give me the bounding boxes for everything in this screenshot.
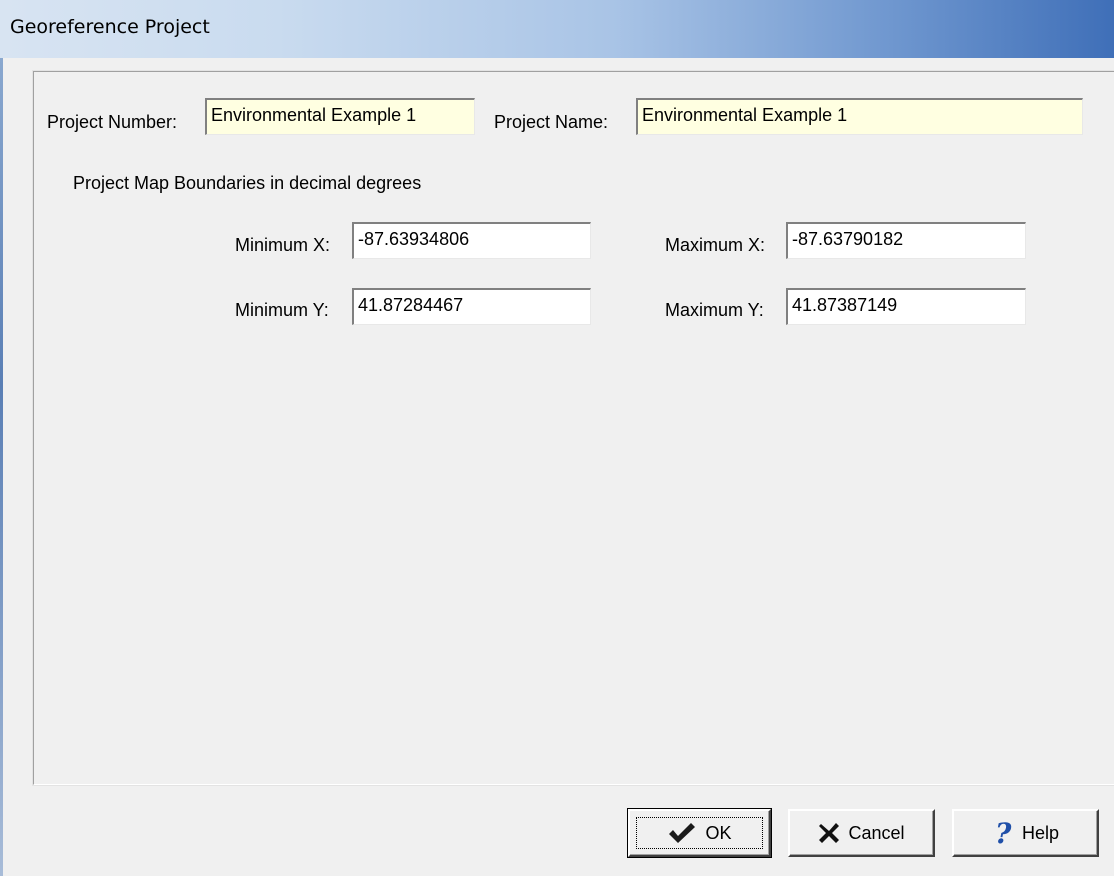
help-button[interactable]: ? Help [952, 809, 1099, 857]
window-title: Georeference Project [10, 16, 210, 38]
minimum-y-label: Minimum Y: [235, 300, 329, 320]
maximum-y-label: Maximum Y: [665, 300, 764, 320]
maximum-x-field[interactable]: -87.63790182 [786, 222, 1026, 259]
checkmark-icon [667, 821, 697, 845]
project-name-field[interactable]: Environmental Example 1 [636, 98, 1083, 135]
project-number-label: Project Number: [47, 112, 178, 132]
question-icon: ? [992, 819, 1014, 847]
maximum-y-field[interactable]: 41.87387149 [786, 288, 1026, 325]
cancel-button-label: Cancel [848, 822, 905, 843]
minimum-x-label: Minimum X: [235, 235, 331, 255]
ok-button[interactable]: OK [627, 808, 772, 858]
minimum-x-field[interactable]: -87.63934806 [352, 222, 591, 259]
ok-button-label: OK [705, 822, 732, 843]
project-number-field[interactable]: Environmental Example 1 [205, 98, 475, 135]
x-icon [818, 822, 840, 844]
help-button-label: Help [1021, 822, 1060, 843]
title-bar[interactable]: Georeference Project [0, 0, 1114, 58]
project-name-label: Project Name: [494, 112, 609, 132]
georeference-dialog: Georeference Project Project Number: Env… [0, 0, 1114, 876]
maximum-x-label: Maximum X: [665, 235, 766, 255]
focus-rectangle [636, 817, 763, 849]
boundaries-heading: Project Map Boundaries in decimal degree… [73, 173, 422, 193]
window-left-border [0, 58, 3, 876]
svg-text:?: ? [995, 819, 1012, 847]
minimum-y-field[interactable]: 41.87284467 [352, 288, 591, 325]
cancel-button[interactable]: Cancel [788, 809, 935, 857]
